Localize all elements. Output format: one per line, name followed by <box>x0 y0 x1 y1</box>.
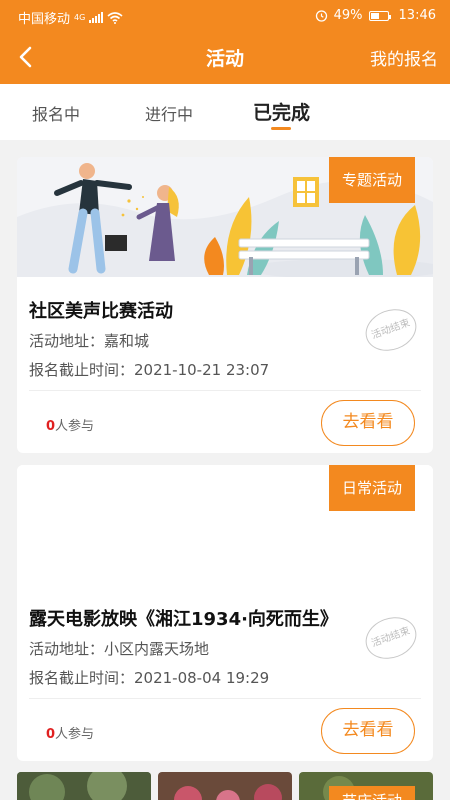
card-divider <box>29 390 421 391</box>
activity-photo <box>158 772 292 800</box>
view-button[interactable]: 去看看 <box>321 400 415 446</box>
status-time: 13:46 <box>398 8 436 23</box>
activity-title: 露天电影放映《湘江1934·向死而生》 <box>29 609 338 630</box>
ended-stamp: 活动结束 <box>359 610 423 666</box>
activity-type-tag: 节庆活动 <box>329 786 415 800</box>
tab-in-progress[interactable]: 进行中 <box>145 101 193 125</box>
activity-title: 社区美声比赛活动 <box>29 301 173 322</box>
tab-registering[interactable]: 报名中 <box>32 101 80 125</box>
status-right: 49% 13:46 <box>315 8 436 23</box>
view-button[interactable]: 去看看 <box>321 708 415 754</box>
activity-card[interactable]: 日常活动 露天电影放映《湘江1934·向死而生》 活动地址：小区内露天场地 报名… <box>17 465 433 761</box>
participant-count: 0人参与 <box>46 723 94 742</box>
activity-type-tag: 日常活动 <box>329 465 415 511</box>
participant-number: 0 <box>46 419 56 434</box>
status-bar: 中国移动 4G 49% 13:46 <box>0 0 450 32</box>
battery-percent: 49% <box>333 8 363 23</box>
active-tab-indicator <box>271 127 291 130</box>
participant-suffix: 人参与 <box>55 419 95 434</box>
signal-icon <box>89 12 104 23</box>
status-left: 中国移动 4G <box>18 8 123 27</box>
battery-icon <box>368 10 391 21</box>
activity-deadline: 报名截止时间：2021-10-21 23:07 <box>29 361 270 379</box>
card-divider <box>29 698 421 699</box>
activity-address: 活动地址：小区内露天场地 <box>29 640 210 658</box>
activity-card-partial[interactable]: 节庆活动 <box>17 772 433 800</box>
participant-number: 0 <box>46 727 56 742</box>
alarm-icon <box>315 10 327 22</box>
activity-card[interactable]: 专题活动 社区美声比赛活动 活动地址：嘉和城 报名截止时间：2021-10-21… <box>17 157 433 453</box>
top-header: 中国移动 4G 49% 13:46 活动 我的报名 <box>0 0 450 84</box>
network-label: 4G <box>74 13 86 22</box>
status-tabs: 报名中 进行中 已完成 <box>0 84 450 140</box>
activity-deadline: 报名截止时间：2021-08-04 19:29 <box>29 669 270 687</box>
tab-completed[interactable]: 已完成 <box>253 98 310 125</box>
nav-bar: 活动 我的报名 <box>0 32 450 84</box>
activity-address: 活动地址：嘉和城 <box>29 332 150 350</box>
activity-type-tag: 专题活动 <box>329 157 415 203</box>
participant-count: 0人参与 <box>46 415 94 434</box>
carrier-label: 中国移动 <box>18 12 71 27</box>
ended-stamp: 活动结束 <box>359 302 423 358</box>
wifi-icon <box>107 11 123 24</box>
activity-photo <box>17 772 151 800</box>
my-registrations-link[interactable]: 我的报名 <box>370 45 438 70</box>
participant-suffix: 人参与 <box>55 727 95 742</box>
